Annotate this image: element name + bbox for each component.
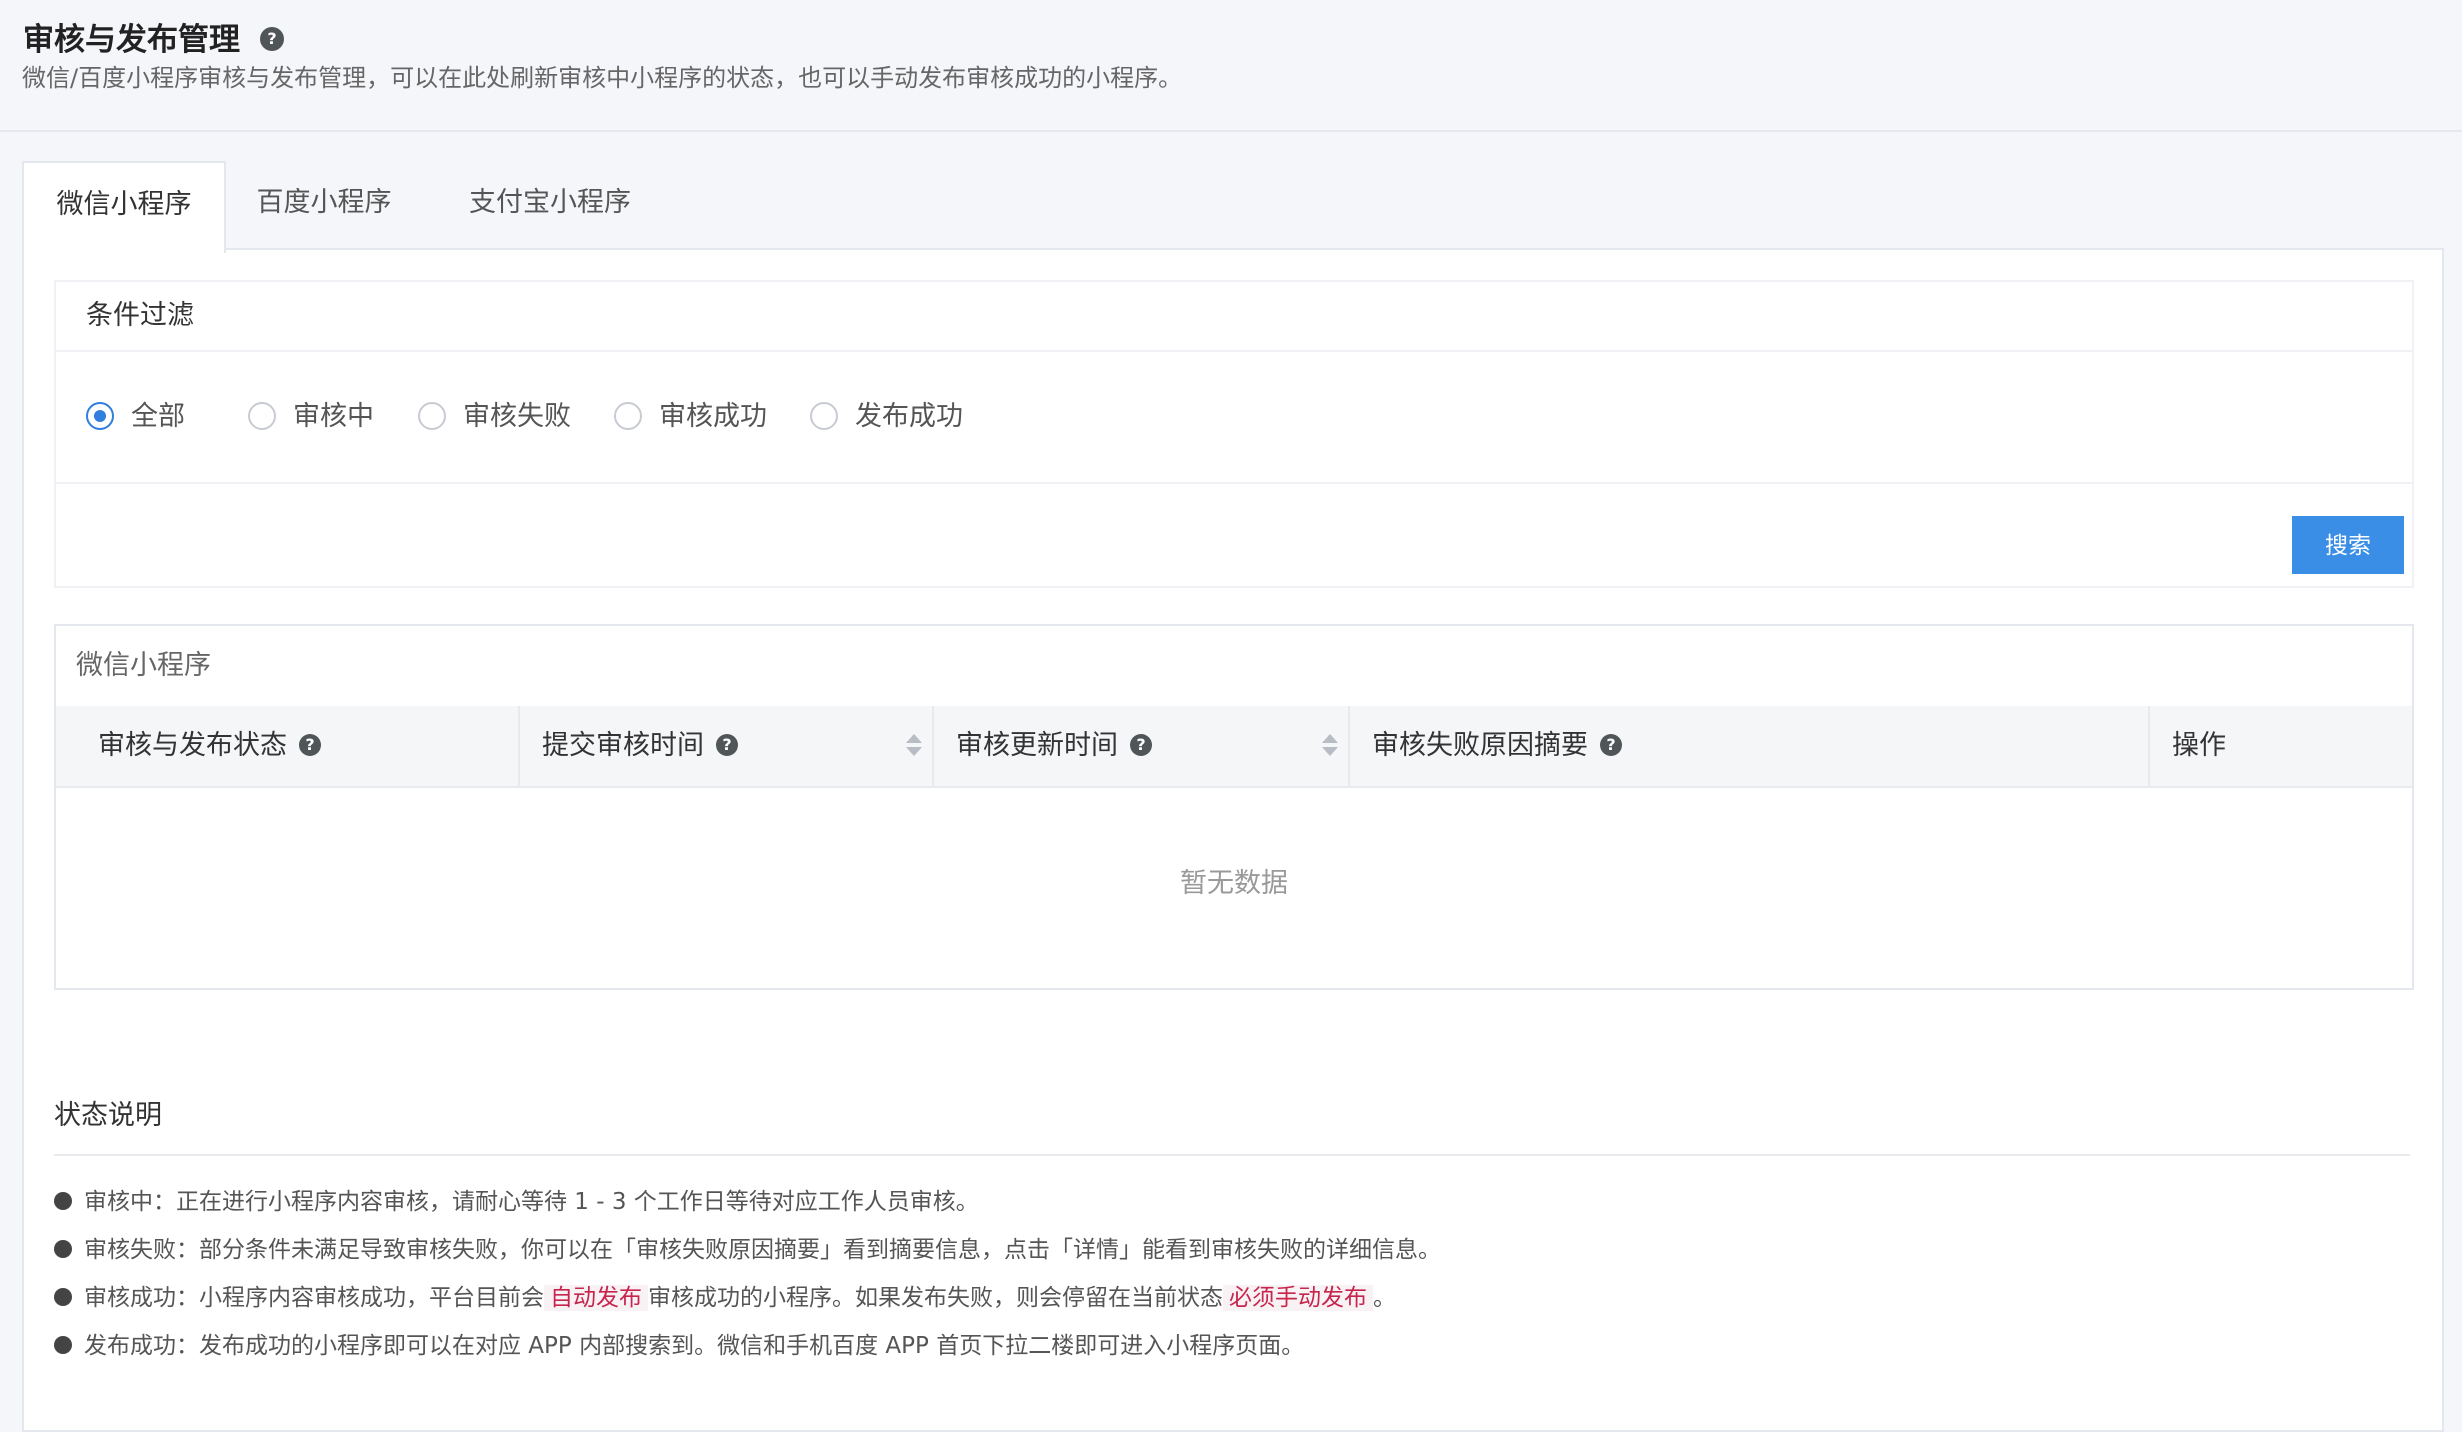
radio-unchecked-icon <box>248 402 276 430</box>
radio-unchecked-icon <box>614 402 642 430</box>
radio-label: 审核成功 <box>659 401 767 432</box>
page-header: 审核与发布管理? 微信/百度小程序审核与发布管理，可以在此处刷新审核中小程序的状… <box>0 0 2462 132</box>
status-line-review-failed: 审核失败：部分条件未满足导致审核失败，你可以在「审核失败原因摘要」看到摘要信息，… <box>54 1232 1441 1268</box>
radio-label: 审核中 <box>293 401 374 432</box>
wechat-miniprogram-table: 微信小程序 审核与发布状态? 提交审核时间? 审核更新时间? 审核失败原因摘要?… <box>54 624 2414 990</box>
status-line-text: 审核成功的小程序。如果发布失败，则会停留在当前状态 <box>648 1285 1223 1311</box>
column-label: 操作 <box>2172 730 2226 761</box>
bullet-icon <box>54 1335 72 1354</box>
bullet-icon <box>54 1287 72 1306</box>
search-button[interactable]: 搜索 <box>2292 516 2404 574</box>
sort-caret-icon[interactable] <box>1322 734 1338 758</box>
question-circle-icon[interactable]: ? <box>1130 733 1152 756</box>
column-header-submit-time[interactable]: 提交审核时间? <box>520 706 934 786</box>
status-line-text: 审核失败：部分条件未满足导致审核失败，你可以在「审核失败原因摘要」看到摘要信息，… <box>84 1237 1441 1263</box>
column-header-update-time[interactable]: 审核更新时间? <box>934 706 1350 786</box>
column-label: 审核与发布状态 <box>98 730 287 761</box>
radio-checked-icon <box>86 402 114 430</box>
column-label: 审核失败原因摘要 <box>1372 730 1588 761</box>
bullet-icon <box>54 1191 72 1210</box>
question-circle-icon[interactable]: ? <box>1600 733 1622 756</box>
radio-label: 发布成功 <box>855 401 963 432</box>
tab-baidu-miniprogram[interactable]: 百度小程序 <box>244 161 404 249</box>
status-line-publish-success: 发布成功：发布成功的小程序即可以在对应 APP 内部搜索到。微信和手机百度 AP… <box>54 1328 1304 1364</box>
tab-alipay-miniprogram[interactable]: 支付宝小程序 <box>450 161 650 249</box>
radio-label: 全部 <box>131 401 185 432</box>
bullet-icon <box>54 1239 72 1258</box>
column-header-status: 审核与发布状态? <box>56 706 520 786</box>
status-radio-group: 全部 审核中 审核失败 审核成功 发布成功 <box>56 352 2412 484</box>
manual-publish-tag: 必须手动发布 <box>1223 1285 1373 1311</box>
status-line-text: 。 <box>1373 1285 1396 1311</box>
divider <box>54 1154 2410 1156</box>
column-header-fail-reason: 审核失败原因摘要? <box>1350 706 2150 786</box>
question-circle-icon[interactable]: ? <box>716 733 738 756</box>
column-label: 提交审核时间 <box>542 730 704 761</box>
question-circle-icon[interactable]: ? <box>260 26 284 51</box>
page-title-text: 审核与发布管理 <box>23 22 240 58</box>
radio-unchecked-icon <box>810 402 838 430</box>
status-line-review-success: 审核成功：小程序内容审核成功，平台目前会 自动发布 审核成功的小程序。如果发布失败，… <box>54 1280 1396 1316</box>
column-header-actions: 操作 <box>2150 706 2412 786</box>
status-line-text: 审核中：正在进行小程序内容审核，请耐心等待 1 - 3 个工作日等待对应工作人员… <box>84 1189 979 1215</box>
filter-title: 条件过滤 <box>86 300 194 331</box>
filter-panel: 条件过滤 全部 审核中 审核失败 审核成功 发布成功 搜索 <box>54 280 2414 588</box>
sort-caret-icon[interactable] <box>906 734 922 758</box>
table-caption: 微信小程序 <box>76 650 211 681</box>
column-label: 审核更新时间 <box>956 730 1118 761</box>
page-title: 审核与发布管理? <box>23 18 284 62</box>
radio-unchecked-icon <box>418 402 446 430</box>
table-header: 审核与发布状态? 提交审核时间? 审核更新时间? 审核失败原因摘要? 操作 <box>56 706 2412 788</box>
status-line-text: 审核成功：小程序内容审核成功，平台目前会 <box>84 1285 544 1311</box>
table-empty-text: 暂无数据 <box>1180 868 1288 899</box>
question-circle-icon[interactable]: ? <box>299 733 321 756</box>
status-line-reviewing: 审核中：正在进行小程序内容审核，请耐心等待 1 - 3 个工作日等待对应工作人员… <box>54 1184 979 1220</box>
filter-title-bar: 条件过滤 <box>56 282 2412 352</box>
status-line-text: 发布成功：发布成功的小程序即可以在对应 APP 内部搜索到。微信和手机百度 AP… <box>84 1333 1305 1359</box>
auto-publish-tag: 自动发布 <box>544 1285 648 1311</box>
tab-wechat-miniprogram[interactable]: 微信小程序 <box>22 161 226 253</box>
page-description: 微信/百度小程序审核与发布管理，可以在此处刷新审核中小程序的状态，也可以手动发布… <box>22 64 1183 92</box>
radio-label: 审核失败 <box>463 401 571 432</box>
status-title: 状态说明 <box>54 1100 162 1131</box>
tab-panel: 条件过滤 全部 审核中 审核失败 审核成功 发布成功 搜索 微信小程序 审核与发… <box>22 248 2444 1432</box>
